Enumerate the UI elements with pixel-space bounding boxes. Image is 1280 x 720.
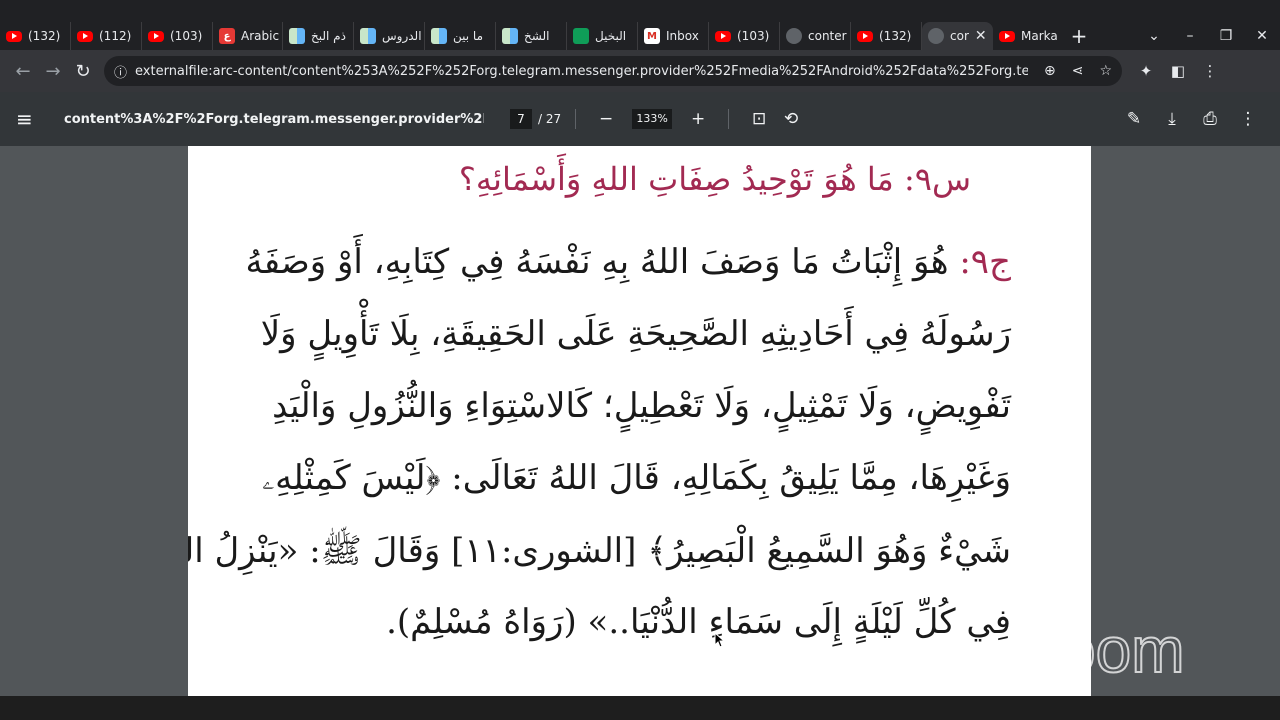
new-tab-icon[interactable]: +	[1061, 22, 1097, 50]
browser-tab[interactable]: ذم البخ	[283, 22, 354, 50]
document-icon	[431, 28, 447, 44]
reload-icon[interactable]: ↻	[68, 61, 98, 82]
pdf-title: content%3A%2F%2Forg.telegram.messenger.p…	[64, 111, 484, 127]
youtube-icon	[715, 30, 731, 42]
browser-tab[interactable]: ما بين	[425, 22, 496, 50]
zoom-watermark: zoom	[1028, 620, 1186, 682]
globe-icon	[786, 28, 802, 44]
zoom-out-icon[interactable]: −	[590, 109, 622, 129]
browser-tab[interactable]: ع Arabic	[213, 22, 283, 50]
text-line: شَيْءٌ وَهُوَ السَّمِيعُ الْبَصِيرُ﴾ [ال…	[188, 531, 1011, 571]
close-tab-icon[interactable]: ✕	[975, 28, 987, 44]
pdf-viewer[interactable]: س٩: مَا هُوَ تَوْحِيدُ صِفَاتِ اللهِ وَأ…	[0, 146, 1280, 696]
tab-label: البخيل	[595, 29, 627, 43]
quran-site-icon	[573, 28, 589, 44]
zoom-in-icon[interactable]: +	[682, 109, 714, 129]
tab-strip: (132) (112) (103) ع Arabic ذم البخ الدروس…	[0, 0, 1280, 50]
tab-label: ذم البخ	[311, 29, 346, 43]
zoom-icon[interactable]: ⊕	[1044, 63, 1056, 79]
browser-menu-icon[interactable]: ⋮	[1194, 62, 1226, 80]
tab-label: (103)	[170, 29, 203, 43]
partial-text-line	[248, 684, 1028, 696]
gmail-icon: M	[644, 28, 660, 44]
divider	[575, 109, 577, 129]
more-options-icon[interactable]: ⋮	[1232, 109, 1264, 129]
fit-page-icon[interactable]: ⊡	[743, 109, 775, 129]
extensions-icon[interactable]: ✦	[1130, 62, 1162, 80]
browser-tab[interactable]: (103)	[142, 22, 213, 50]
browser-tab[interactable]: الشخ	[496, 22, 567, 50]
browser-tab[interactable]: conter	[780, 22, 851, 50]
text-line: رَسُولَهُ فِي أَحَادِيثِهِ الصَّحِيحَةِ …	[260, 314, 1011, 354]
divider	[728, 109, 730, 129]
youtube-icon	[148, 30, 164, 42]
tab-label: الدروس	[382, 29, 422, 43]
tab-label: Arabic	[241, 29, 280, 43]
site-info-icon[interactable]: ⓘ	[114, 62, 127, 81]
tab-label: (103)	[737, 29, 770, 43]
browser-tab[interactable]: (132)	[851, 22, 922, 50]
browser-tab[interactable]: (112)	[71, 22, 142, 50]
tab-label: الشخ	[524, 29, 550, 43]
answer-label: ج٩:	[959, 242, 1011, 282]
rotate-icon[interactable]: ⟲	[775, 109, 807, 129]
pdf-page: س٩: مَا هُوَ تَوْحِيدُ صِفَاتِ اللهِ وَأ…	[188, 146, 1091, 696]
tab-label: ما بين	[453, 29, 483, 43]
tab-label: (132)	[879, 29, 912, 43]
text-line: فِي كُلِّ لَيْلَةٍ إِلَى سَمَاءِ الدُّنْ…	[386, 602, 1011, 642]
browser-tab-active[interactable]: cor ✕	[922, 22, 993, 50]
mouse-cursor-icon	[714, 632, 726, 648]
tab-label: conter	[808, 29, 847, 43]
share-icon[interactable]: ⋖	[1072, 63, 1084, 79]
browser-tab[interactable]: الدروس	[354, 22, 425, 50]
bottom-bar	[0, 696, 1280, 720]
document-icon	[360, 28, 376, 44]
tab-label: (132)	[28, 29, 61, 43]
print-icon[interactable]: ⎙	[1194, 109, 1226, 129]
browser-tab[interactable]: البخيل	[567, 22, 638, 50]
youtube-icon	[77, 30, 93, 42]
text-line: تَفْوِيضٍ، وَلَا تَمْثِيلٍ، وَلَا تَعْطِ…	[272, 386, 1011, 426]
browser-tab[interactable]: (132)	[0, 22, 71, 50]
address-bar[interactable]: ⓘ externalfile:arc-content/content%253A%…	[104, 56, 1122, 86]
page-total: / 27	[538, 112, 562, 126]
browser-tab[interactable]: Marka	[993, 22, 1061, 50]
globe-icon	[928, 28, 944, 44]
zoom-watermark-text: zoom	[1028, 620, 1185, 682]
youtube-icon	[857, 30, 873, 42]
answer-line: ج٩: هُوَ إِثْبَاتُ مَا وَصَفَ اللهُ بِهِ…	[245, 242, 1011, 282]
document-icon	[502, 28, 518, 44]
pdf-toolbar: ≡ content%3A%2F%2Forg.telegram.messenger…	[0, 92, 1280, 146]
tab-search-icon[interactable]: ⌄	[1136, 22, 1172, 50]
tab-label: (112)	[99, 29, 132, 43]
page-number-input[interactable]: 7	[510, 109, 532, 129]
browser-tab[interactable]: M Inbox	[638, 22, 709, 50]
browser-tab[interactable]: (103)	[709, 22, 780, 50]
text-line: وَغَيْرِهَا، مِمَّا يَلِيقُ بِكَمَالِهِ،…	[262, 458, 1011, 498]
tab-label: Inbox	[666, 29, 699, 43]
restore-icon[interactable]: ❐	[1208, 22, 1244, 50]
youtube-icon	[999, 30, 1015, 42]
youtube-icon	[6, 30, 22, 42]
side-panel-icon[interactable]: ◧	[1162, 62, 1194, 80]
minimize-icon[interactable]: –	[1172, 22, 1208, 50]
answer-text: هُوَ إِثْبَاتُ مَا وَصَفَ اللهُ بِهِ نَف…	[245, 242, 949, 282]
zoom-level-input[interactable]: 133%	[632, 109, 673, 129]
address-toolbar: ← → ↻ ⓘ externalfile:arc-content/content…	[0, 50, 1280, 92]
back-icon[interactable]: ←	[8, 61, 38, 82]
document-icon	[289, 28, 305, 44]
tab-label: cor	[950, 29, 969, 43]
annotate-pen-icon[interactable]: ✎	[1118, 109, 1150, 129]
tab-label: Marka	[1021, 29, 1058, 43]
close-window-icon[interactable]: ✕	[1244, 22, 1280, 50]
arabic-site-icon: ع	[219, 28, 235, 44]
question-heading: س٩: مَا هُوَ تَوْحِيدُ صِفَاتِ اللهِ وَأ…	[458, 160, 971, 198]
download-icon[interactable]: ⤓	[1156, 109, 1188, 129]
address-url: externalfile:arc-content/content%253A%25…	[135, 63, 1028, 79]
hamburger-menu-icon[interactable]: ≡	[16, 107, 48, 131]
forward-icon[interactable]: →	[38, 61, 68, 82]
bookmark-star-icon[interactable]: ☆	[1099, 63, 1112, 79]
